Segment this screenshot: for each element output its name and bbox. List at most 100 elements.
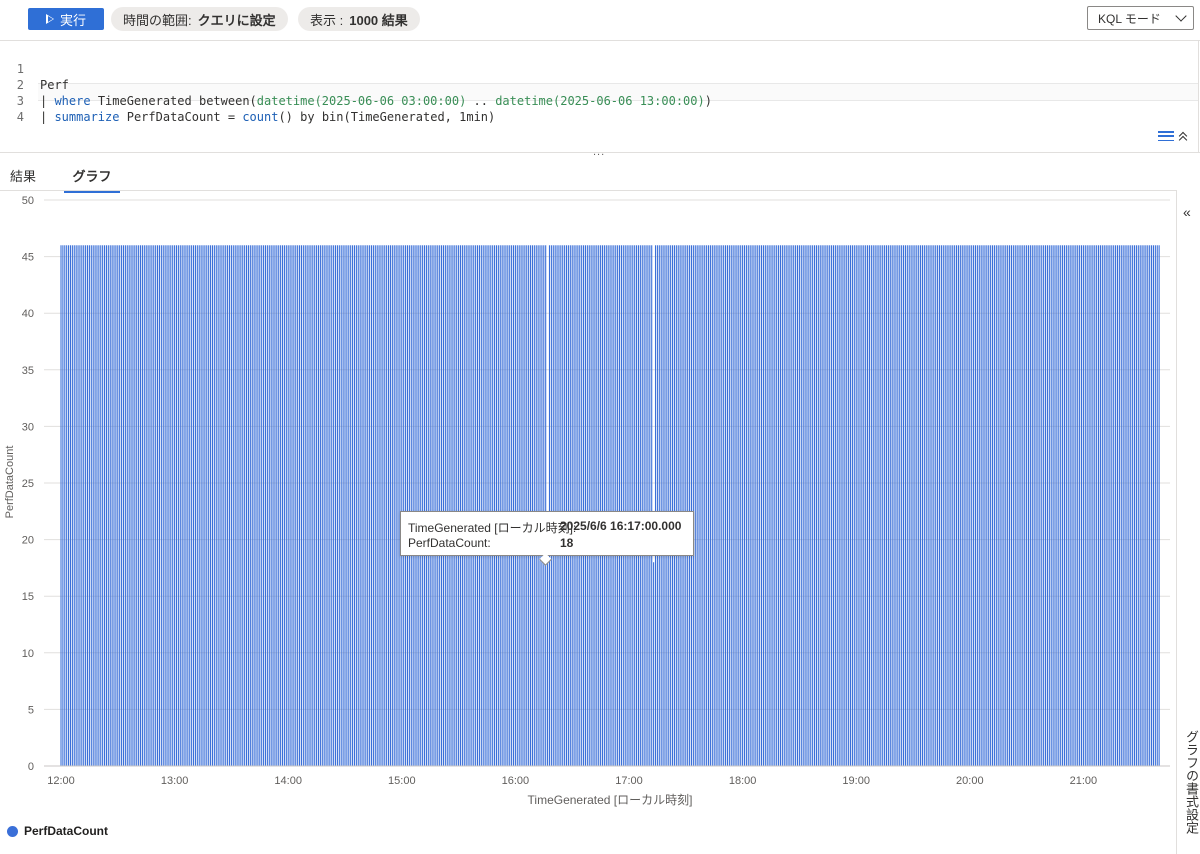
chart-bar [1037, 245, 1039, 766]
y-tick-label: 0 [28, 761, 34, 773]
chart-bar [681, 245, 683, 766]
chart-bar [251, 245, 253, 766]
chart-format-panel[interactable]: « グラフの書式設定 [1176, 190, 1200, 854]
chart-bar [781, 245, 783, 766]
collapse-editor-icon[interactable] [1178, 131, 1188, 141]
chart-bar [476, 245, 479, 766]
result-limit-button[interactable]: 表示 : 1000 結果 [298, 7, 420, 31]
code-line-1[interactable]: 1 Perf [0, 45, 69, 92]
chart-bar [927, 245, 929, 766]
chart-bar [295, 245, 297, 766]
kql-mode-dropdown[interactable]: KQL モード [1087, 6, 1194, 30]
chart-bar [393, 245, 395, 766]
tooltip-time-label: TimeGenerated [ローカル時刻]: [408, 521, 577, 535]
chart-bar [791, 245, 793, 766]
chart-bar [656, 245, 658, 766]
chart-bar [160, 245, 162, 766]
chart-bar [276, 245, 278, 766]
chart-bar [191, 245, 193, 766]
chart-bar [100, 245, 102, 766]
chart-bar [531, 245, 533, 766]
chart-bar [257, 245, 259, 766]
run-button[interactable]: 実行 [28, 8, 104, 30]
chart-bar [1088, 245, 1090, 766]
chart-bar [702, 245, 704, 766]
tab-results[interactable]: 結果 [10, 164, 36, 191]
chart-bar [1141, 245, 1143, 766]
chart-bar [982, 245, 984, 766]
chart-bar [1022, 245, 1024, 766]
chart-legend[interactable]: PerfDataCount [7, 824, 108, 838]
chart-bar [372, 245, 374, 766]
chart-bar [1158, 245, 1160, 766]
chart-bar [1116, 245, 1119, 766]
chart-bar [1099, 245, 1101, 766]
chart-bar [562, 245, 564, 766]
chart-bar [639, 245, 641, 766]
expand-panel-icon[interactable]: « [1183, 204, 1191, 220]
chart-bar [503, 245, 505, 766]
chart-bar [308, 245, 310, 766]
splitter-handle[interactable]: ... [593, 146, 605, 158]
chart-bar [490, 245, 492, 766]
chart-bar [172, 245, 174, 766]
chart-bar [348, 245, 350, 766]
chart-bar [751, 245, 753, 766]
chart-bar [60, 245, 62, 766]
chart-bar [274, 245, 276, 766]
chart-bar [289, 245, 291, 766]
chart-bar [698, 245, 700, 766]
chart-bar [185, 245, 187, 766]
chart-bar [1060, 245, 1062, 766]
chart-bar [1103, 245, 1105, 766]
chart-bar [117, 245, 119, 766]
chart-bar [1062, 245, 1064, 766]
chart-bar [124, 245, 126, 766]
legend-label: PerfDataCount [24, 824, 109, 838]
code-line-3[interactable]: 3 | summarize PerfDataCount = count() by… [0, 77, 496, 124]
y-tick-label: 40 [22, 308, 34, 320]
chart-bar [217, 245, 219, 766]
chart-bar [266, 245, 268, 766]
chart-bar [365, 245, 367, 766]
chart-bars [60, 245, 1160, 766]
chart-bar [747, 245, 749, 766]
chart-bar [1027, 245, 1030, 766]
chart-bar [86, 245, 89, 766]
chart-bar [1052, 245, 1054, 766]
chart-bar [823, 245, 825, 766]
format-lines-icon[interactable] [1158, 131, 1174, 141]
line-number: 4 [16, 110, 24, 124]
chart-bar [234, 245, 236, 766]
chart-bar [211, 245, 214, 766]
chart-bar [938, 245, 941, 766]
query-editor[interactable]: 1 Perf 2 | where TimeGenerated between(d… [0, 41, 1199, 152]
chart-bar [194, 245, 196, 766]
code-line-2[interactable]: 2 | where TimeGenerated between(datetime… [0, 61, 712, 108]
chart-bar [768, 245, 770, 766]
chart-bar [726, 245, 728, 766]
chart-bar [139, 245, 142, 766]
chart-bar [721, 245, 723, 766]
tab-chart[interactable]: グラフ [64, 164, 120, 193]
chart-bar [518, 245, 520, 766]
chart-bar [683, 245, 685, 766]
chart-bar [613, 245, 615, 766]
chart-bar [965, 245, 967, 766]
chart-bar [467, 245, 469, 766]
chart-bar [528, 245, 530, 766]
code-line-4[interactable]: 4 [0, 93, 29, 124]
chart-bar [450, 245, 452, 766]
chart-bar [1098, 245, 1100, 766]
chart-bar [119, 245, 121, 766]
chart-bar [1152, 245, 1154, 766]
time-range-value: クエリに設定 [197, 12, 276, 28]
chart-bar [651, 245, 653, 766]
chart-bar [1130, 245, 1132, 766]
chart-bar [71, 245, 73, 766]
time-range-button[interactable]: 時間の範囲: クエリに設定 [111, 7, 288, 31]
chart-bar [175, 245, 178, 766]
chart-bar [283, 245, 285, 766]
chart-bar [102, 245, 104, 766]
chart-bar [177, 245, 179, 766]
